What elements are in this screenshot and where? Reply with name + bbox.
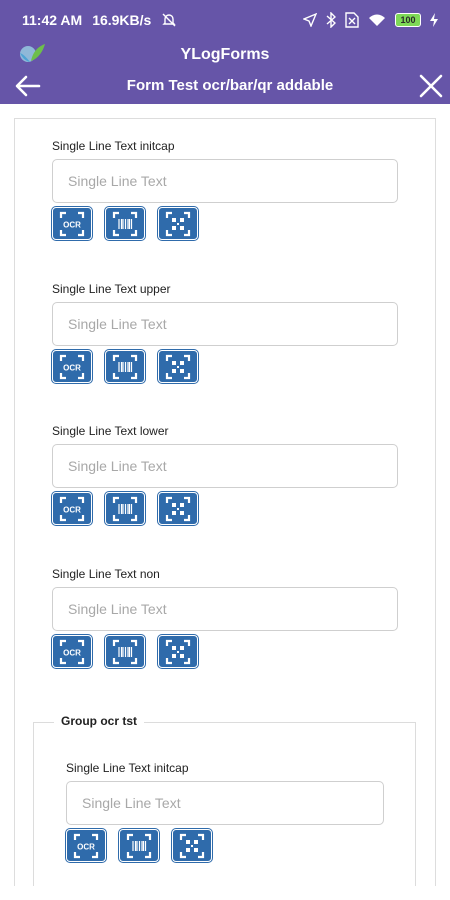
barcode-scan-icon xyxy=(126,833,152,858)
qr-scan-icon xyxy=(165,496,191,521)
single-line-text-input[interactable] xyxy=(52,302,398,346)
no-sim-icon xyxy=(345,12,359,28)
qr-scan-button[interactable] xyxy=(158,350,198,383)
qr-scan-icon xyxy=(179,833,205,858)
qr-scan-icon xyxy=(165,639,191,664)
status-time: 11:42 AM xyxy=(22,12,83,28)
ocr-scan-button[interactable]: OCR xyxy=(52,207,92,240)
qr-scan-button[interactable] xyxy=(172,829,212,862)
app-title: YLogForms xyxy=(180,46,270,63)
ocr-scan-button[interactable]: OCR xyxy=(52,492,92,525)
ocr-scan-button[interactable]: OCR xyxy=(52,635,92,668)
ocr-scan-icon: OCR xyxy=(59,496,85,521)
qr-scan-button[interactable] xyxy=(158,207,198,240)
field-label: Single Line Text lower xyxy=(52,424,169,438)
ocr-scan-icon: OCR xyxy=(59,211,85,236)
app-bar: YLogForms Form Test ocr/bar/qr addable xyxy=(0,40,450,104)
header: 11:42 AM 16.9KB/s 100 YLogForms Form Tes… xyxy=(0,0,450,104)
barcode-scan-button[interactable] xyxy=(119,829,159,862)
qr-scan-icon xyxy=(165,211,191,236)
form-field: Single Line Text initcap OCR xyxy=(66,761,384,862)
ocr-icon-text: OCR xyxy=(63,648,81,657)
single-line-text-input[interactable] xyxy=(66,781,384,825)
scan-button-row: OCR xyxy=(52,492,398,525)
barcode-scan-icon xyxy=(112,354,138,379)
qr-scan-button[interactable] xyxy=(158,492,198,525)
ocr-icon-text: OCR xyxy=(63,363,81,372)
network-speed: 16.9KB/s xyxy=(92,12,152,28)
field-label: Single Line Text upper xyxy=(52,282,171,296)
qr-scan-button[interactable] xyxy=(158,635,198,668)
form-field: Single Line Text initcap OCR xyxy=(52,139,398,240)
status-bar: 11:42 AM 16.9KB/s 100 xyxy=(0,0,450,40)
scan-button-row: OCR xyxy=(66,829,384,862)
barcode-scan-icon xyxy=(112,496,138,521)
battery-icon: 100 xyxy=(395,13,421,27)
barcode-scan-icon xyxy=(112,211,138,236)
ocr-scan-button[interactable]: OCR xyxy=(52,350,92,383)
single-line-text-input[interactable] xyxy=(52,159,398,203)
scan-button-row: OCR xyxy=(52,350,398,383)
scan-button-row: OCR xyxy=(52,635,398,668)
form-title: Form Test ocr/bar/qr addable xyxy=(126,77,334,94)
single-line-text-input[interactable] xyxy=(52,587,398,631)
wifi-icon xyxy=(368,13,386,27)
close-icon[interactable] xyxy=(418,73,444,99)
location-icon xyxy=(303,13,317,27)
field-group: Group ocr tst Single Line Text initcap O… xyxy=(33,714,416,886)
field-label: Single Line Text initcap xyxy=(66,761,189,775)
single-line-text-input[interactable] xyxy=(52,444,398,488)
scan-button-row: OCR xyxy=(52,207,398,240)
qr-scan-icon xyxy=(165,354,191,379)
ocr-scan-icon: OCR xyxy=(59,639,85,664)
charging-icon xyxy=(430,13,438,27)
ocr-scan-button[interactable]: OCR xyxy=(66,829,106,862)
barcode-scan-button[interactable] xyxy=(105,635,145,668)
field-label: Single Line Text non xyxy=(52,567,160,581)
back-arrow-icon[interactable] xyxy=(14,74,42,98)
barcode-scan-button[interactable] xyxy=(105,492,145,525)
form-field: Single Line Text upper OCR xyxy=(52,282,398,383)
form-field: Single Line Text non OCR xyxy=(52,567,398,668)
bottom-edge xyxy=(0,886,450,900)
ocr-icon-text: OCR xyxy=(63,505,81,514)
ocr-icon-text: OCR xyxy=(63,220,81,229)
group-title: Group ocr tst xyxy=(54,714,145,728)
ocr-scan-icon: OCR xyxy=(59,354,85,379)
barcode-scan-icon xyxy=(112,639,138,664)
ocr-icon-text: OCR xyxy=(77,842,95,851)
field-label: Single Line Text initcap xyxy=(52,139,175,153)
bluetooth-icon xyxy=(326,12,336,28)
mute-icon xyxy=(161,12,177,28)
ocr-scan-icon: OCR xyxy=(73,833,99,858)
barcode-scan-button[interactable] xyxy=(105,350,145,383)
barcode-scan-button[interactable] xyxy=(105,207,145,240)
form-field: Single Line Text lower OCR xyxy=(52,424,398,525)
